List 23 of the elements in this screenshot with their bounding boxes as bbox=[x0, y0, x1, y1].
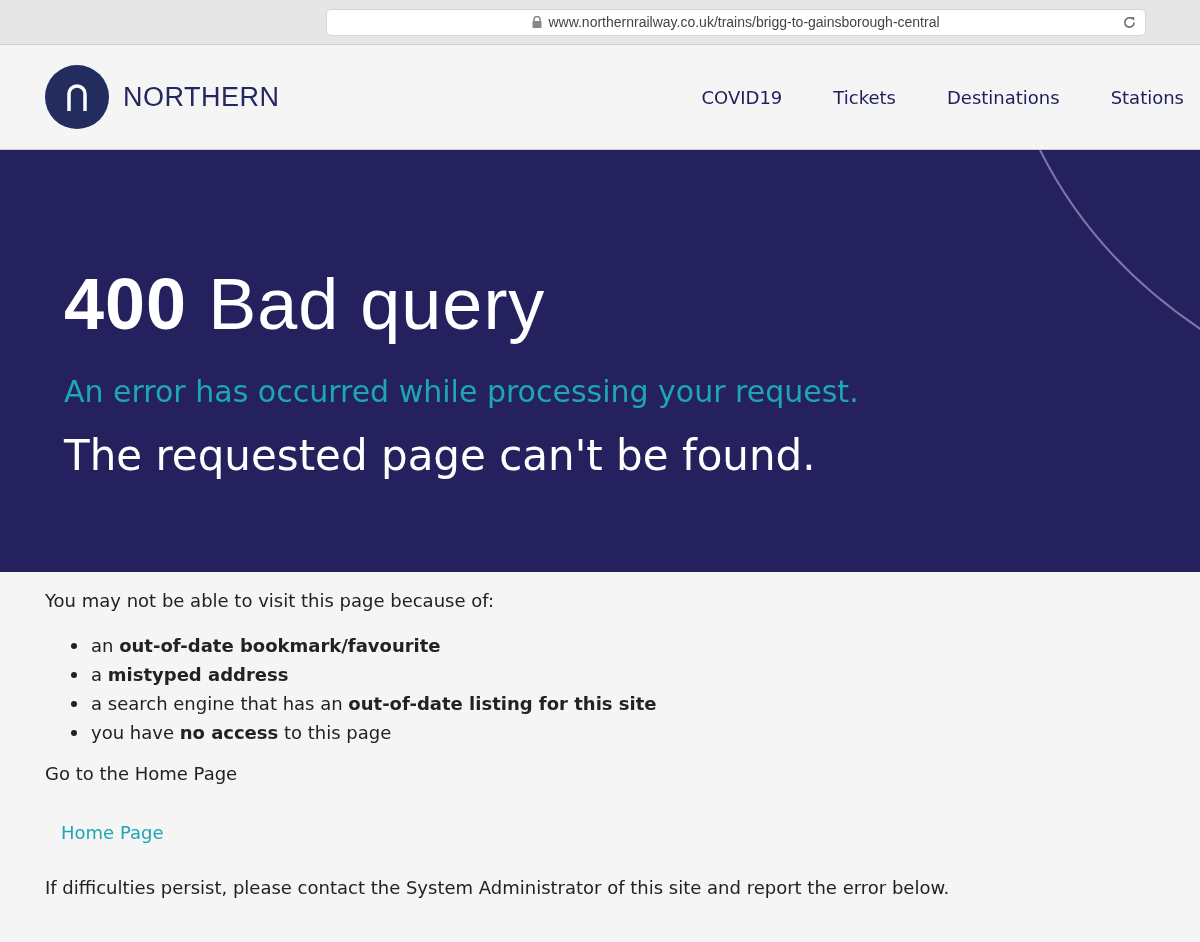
nav-link[interactable]: COVID19 bbox=[666, 86, 799, 108]
nav-link[interactable]: Destinations bbox=[911, 86, 1076, 108]
bullet-icon bbox=[71, 700, 77, 707]
reload-icon[interactable] bbox=[1122, 14, 1137, 30]
logo-text[interactable]: NORTHERN bbox=[123, 81, 280, 113]
nav-link[interactable]: Stations bbox=[1075, 86, 1200, 108]
footer-note: If difficulties persist, please contact the System Administrator of this site and report the error below. bbox=[45, 877, 951, 898]
url-text: www.northernrailway.co.uk/trains/brigg-to-gainsborough-central bbox=[548, 14, 940, 30]
reason-text: a search engine that has an out-of-date listing for this site bbox=[91, 693, 657, 714]
bullet-icon bbox=[71, 729, 77, 736]
reason-text: a mistyped address bbox=[91, 664, 289, 685]
address-bar[interactable]: www.northernrailway.co.uk/trains/brigg-to-gainsborough-central bbox=[326, 8, 1146, 36]
nav-link[interactable]: Tickets bbox=[798, 86, 912, 108]
lock-icon bbox=[532, 16, 543, 28]
bullet-icon bbox=[71, 671, 77, 678]
error-subtitle: An error has occurred while processing your request. bbox=[64, 374, 860, 409]
reason-text: an out-of-date bookmark/favourite bbox=[91, 635, 441, 656]
error-message: The requested page can't be found. bbox=[64, 431, 817, 480]
intro-text: You may not be able to visit this page because of: bbox=[45, 590, 495, 611]
bullet-icon bbox=[71, 642, 77, 649]
reason-text: you have no access to this page bbox=[91, 722, 392, 743]
home-prompt: Go to the Home Page bbox=[45, 763, 239, 784]
logo-icon[interactable] bbox=[45, 65, 109, 129]
